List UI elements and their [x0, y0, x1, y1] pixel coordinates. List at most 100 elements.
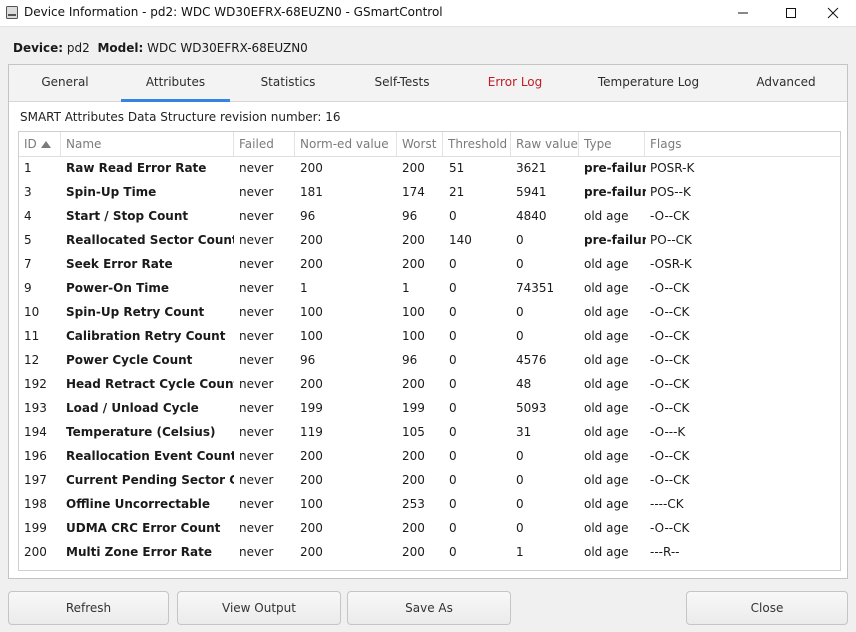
cell-worst: 253 — [402, 497, 425, 511]
cell-failed: never — [239, 425, 274, 439]
cell-flags: -O--CK — [650, 401, 690, 415]
attributes-table: ID Name Failed Norm-ed value Worst Thres… — [18, 131, 841, 571]
cell-worst: 199 — [402, 401, 425, 415]
cell-raw-value: 3621 — [516, 161, 547, 175]
tab-statistics[interactable]: Statistics — [230, 65, 346, 101]
tab-advanced[interactable]: Advanced — [725, 65, 847, 101]
cell-worst: 96 — [402, 209, 418, 223]
table-row[interactable]: 11 Calibration Retry Count never 100 100 0 0 ol… — [19, 324, 840, 348]
view-output-button[interactable]: View Output — [177, 591, 341, 625]
cell-type: old age — [584, 353, 629, 367]
window-title: Device Information - pd2: WDC WD30EFRX-6… — [24, 5, 443, 19]
table-row[interactable]: 193 Load / Unload Cycle never 199 199 0 5093 ol… — [19, 396, 840, 420]
minimize-button[interactable] — [720, 0, 766, 26]
table-row[interactable]: 200 Multi Zone Error Rate never 200 200 0 1 old… — [19, 540, 840, 564]
column-header-flags[interactable]: Flags — [645, 132, 840, 156]
column-header-raw-value[interactable]: Raw value — [511, 132, 579, 156]
save-as-button[interactable]: Save As — [347, 591, 511, 625]
cell-id: 200 — [24, 545, 47, 559]
cell-threshold: 0 — [449, 545, 457, 559]
cell-raw-value: 48 — [516, 377, 532, 391]
table-row[interactable]: 1 Raw Read Error Rate never 200 200 51 3621 pre… — [19, 156, 840, 180]
table-row[interactable]: 194 Temperature (Celsius) never 119 105 0 31 ol… — [19, 420, 840, 444]
close-button[interactable]: Close — [686, 591, 848, 625]
cell-flags: ---R-- — [650, 545, 680, 559]
cell-name: Temperature (Celsius) — [66, 425, 216, 439]
table-row[interactable]: 197 Current Pending Sector Count never 200 2… — [19, 468, 840, 492]
maximize-icon — [786, 8, 796, 18]
table-row[interactable]: 9 Power-On Time never 1 1 0 74351 old age -O--CK — [19, 276, 840, 300]
cell-worst: 174 — [402, 185, 425, 199]
table-row[interactable]: 7 Seek Error Rate never 200 200 0 0 old age -OSR… — [19, 252, 840, 276]
tab-attributes[interactable]: Attributes — [121, 65, 230, 102]
cell-worst: 1 — [402, 281, 410, 295]
refresh-button[interactable]: Refresh — [8, 591, 169, 625]
cell-type: old age — [584, 449, 629, 463]
cell-id: 199 — [24, 521, 47, 535]
cell-normed-value: 181 — [300, 185, 323, 199]
cell-raw-value: 31 — [516, 425, 532, 439]
table-row[interactable]: 198 Offline Uncorrectable never 100 253 0 0 old… — [19, 492, 840, 516]
cell-threshold: 0 — [449, 521, 457, 535]
table-row[interactable]: 199 UDMA CRC Error Count never 200 200 0 0 old … — [19, 516, 840, 540]
cell-name: Offline Uncorrectable — [66, 497, 210, 511]
cell-normed-value: 200 — [300, 521, 323, 535]
cell-type: old age — [584, 497, 629, 511]
cell-type: pre-failure — [584, 233, 646, 247]
cell-normed-value: 96 — [300, 209, 316, 223]
maximize-button[interactable] — [768, 0, 814, 26]
cell-type: old age — [584, 281, 629, 295]
column-header-worst[interactable]: Worst — [397, 132, 443, 156]
cell-normed-value: 119 — [300, 425, 323, 439]
cell-normed-value: 100 — [300, 329, 323, 343]
table-row[interactable]: 192 Head Retract Cycle Count never 200 200 0 4… — [19, 372, 840, 396]
cell-id: 3 — [24, 185, 32, 199]
cell-name: Power Cycle Count — [66, 353, 193, 367]
cell-threshold: 0 — [449, 257, 457, 271]
cell-normed-value: 200 — [300, 473, 323, 487]
cell-normed-value: 200 — [300, 161, 323, 175]
cell-flags: -O--CK — [650, 521, 690, 535]
cell-failed: never — [239, 161, 274, 175]
column-header-failed[interactable]: Failed — [234, 132, 295, 156]
cell-failed: never — [239, 257, 274, 271]
cell-type: pre-failure — [584, 161, 646, 175]
column-header-type[interactable]: Type — [579, 132, 645, 156]
cell-name: Seek Error Rate — [66, 257, 173, 271]
cell-normed-value: 100 — [300, 497, 323, 511]
table-row[interactable]: 12 Power Cycle Count never 96 96 0 4576 old age… — [19, 348, 840, 372]
cell-raw-value: 4576 — [516, 353, 547, 367]
column-header-id-label: ID — [24, 137, 37, 151]
cell-name: Multi Zone Error Rate — [66, 545, 213, 559]
cell-id: 9 — [24, 281, 32, 295]
close-window-button[interactable] — [810, 0, 856, 26]
title-bar: Device Information - pd2: WDC WD30EFRX-6… — [0, 0, 856, 27]
cell-worst: 100 — [402, 305, 425, 319]
device-info: Device: pd2 Model: WDC WD30EFRX-68EUZN0 — [13, 41, 308, 55]
cell-normed-value: 96 — [300, 353, 316, 367]
column-header-normed-value[interactable]: Norm-ed value — [295, 132, 397, 156]
table-row[interactable]: 4 Start / Stop Count never 96 96 0 4840 old age… — [19, 204, 840, 228]
cell-flags: -O---K — [650, 425, 686, 439]
table-row[interactable]: 3 Spin-Up Time never 181 174 21 5941 pre-failur… — [19, 180, 840, 204]
table-row[interactable]: 10 Spin-Up Retry Count never 100 100 0 0 old ag… — [19, 300, 840, 324]
device-value: pd2 — [66, 41, 90, 55]
cell-threshold: 140 — [449, 233, 472, 247]
tab-general[interactable]: General — [9, 65, 121, 101]
cell-failed: never — [239, 521, 274, 535]
cell-raw-value: 0 — [516, 449, 524, 463]
cell-threshold: 0 — [449, 449, 457, 463]
column-header-id[interactable]: ID — [19, 132, 61, 156]
column-header-name[interactable]: Name — [61, 132, 234, 156]
close-icon — [827, 7, 839, 19]
cell-id: 5 — [24, 233, 32, 247]
cell-type: old age — [584, 209, 629, 223]
cell-threshold: 0 — [449, 281, 457, 295]
tab-error-log[interactable]: Error Log — [458, 65, 572, 101]
table-row[interactable]: 5 Reallocated Sector Count never 200 200 140 0… — [19, 228, 840, 252]
table-row[interactable]: 196 Reallocation Event Count never 200 200 0 0… — [19, 444, 840, 468]
column-header-threshold[interactable]: Threshold — [443, 132, 511, 156]
tab-temperature-log[interactable]: Temperature Log — [572, 65, 725, 101]
tab-self-tests[interactable]: Self-Tests — [346, 65, 458, 101]
cell-flags: -O--CK — [650, 377, 690, 391]
